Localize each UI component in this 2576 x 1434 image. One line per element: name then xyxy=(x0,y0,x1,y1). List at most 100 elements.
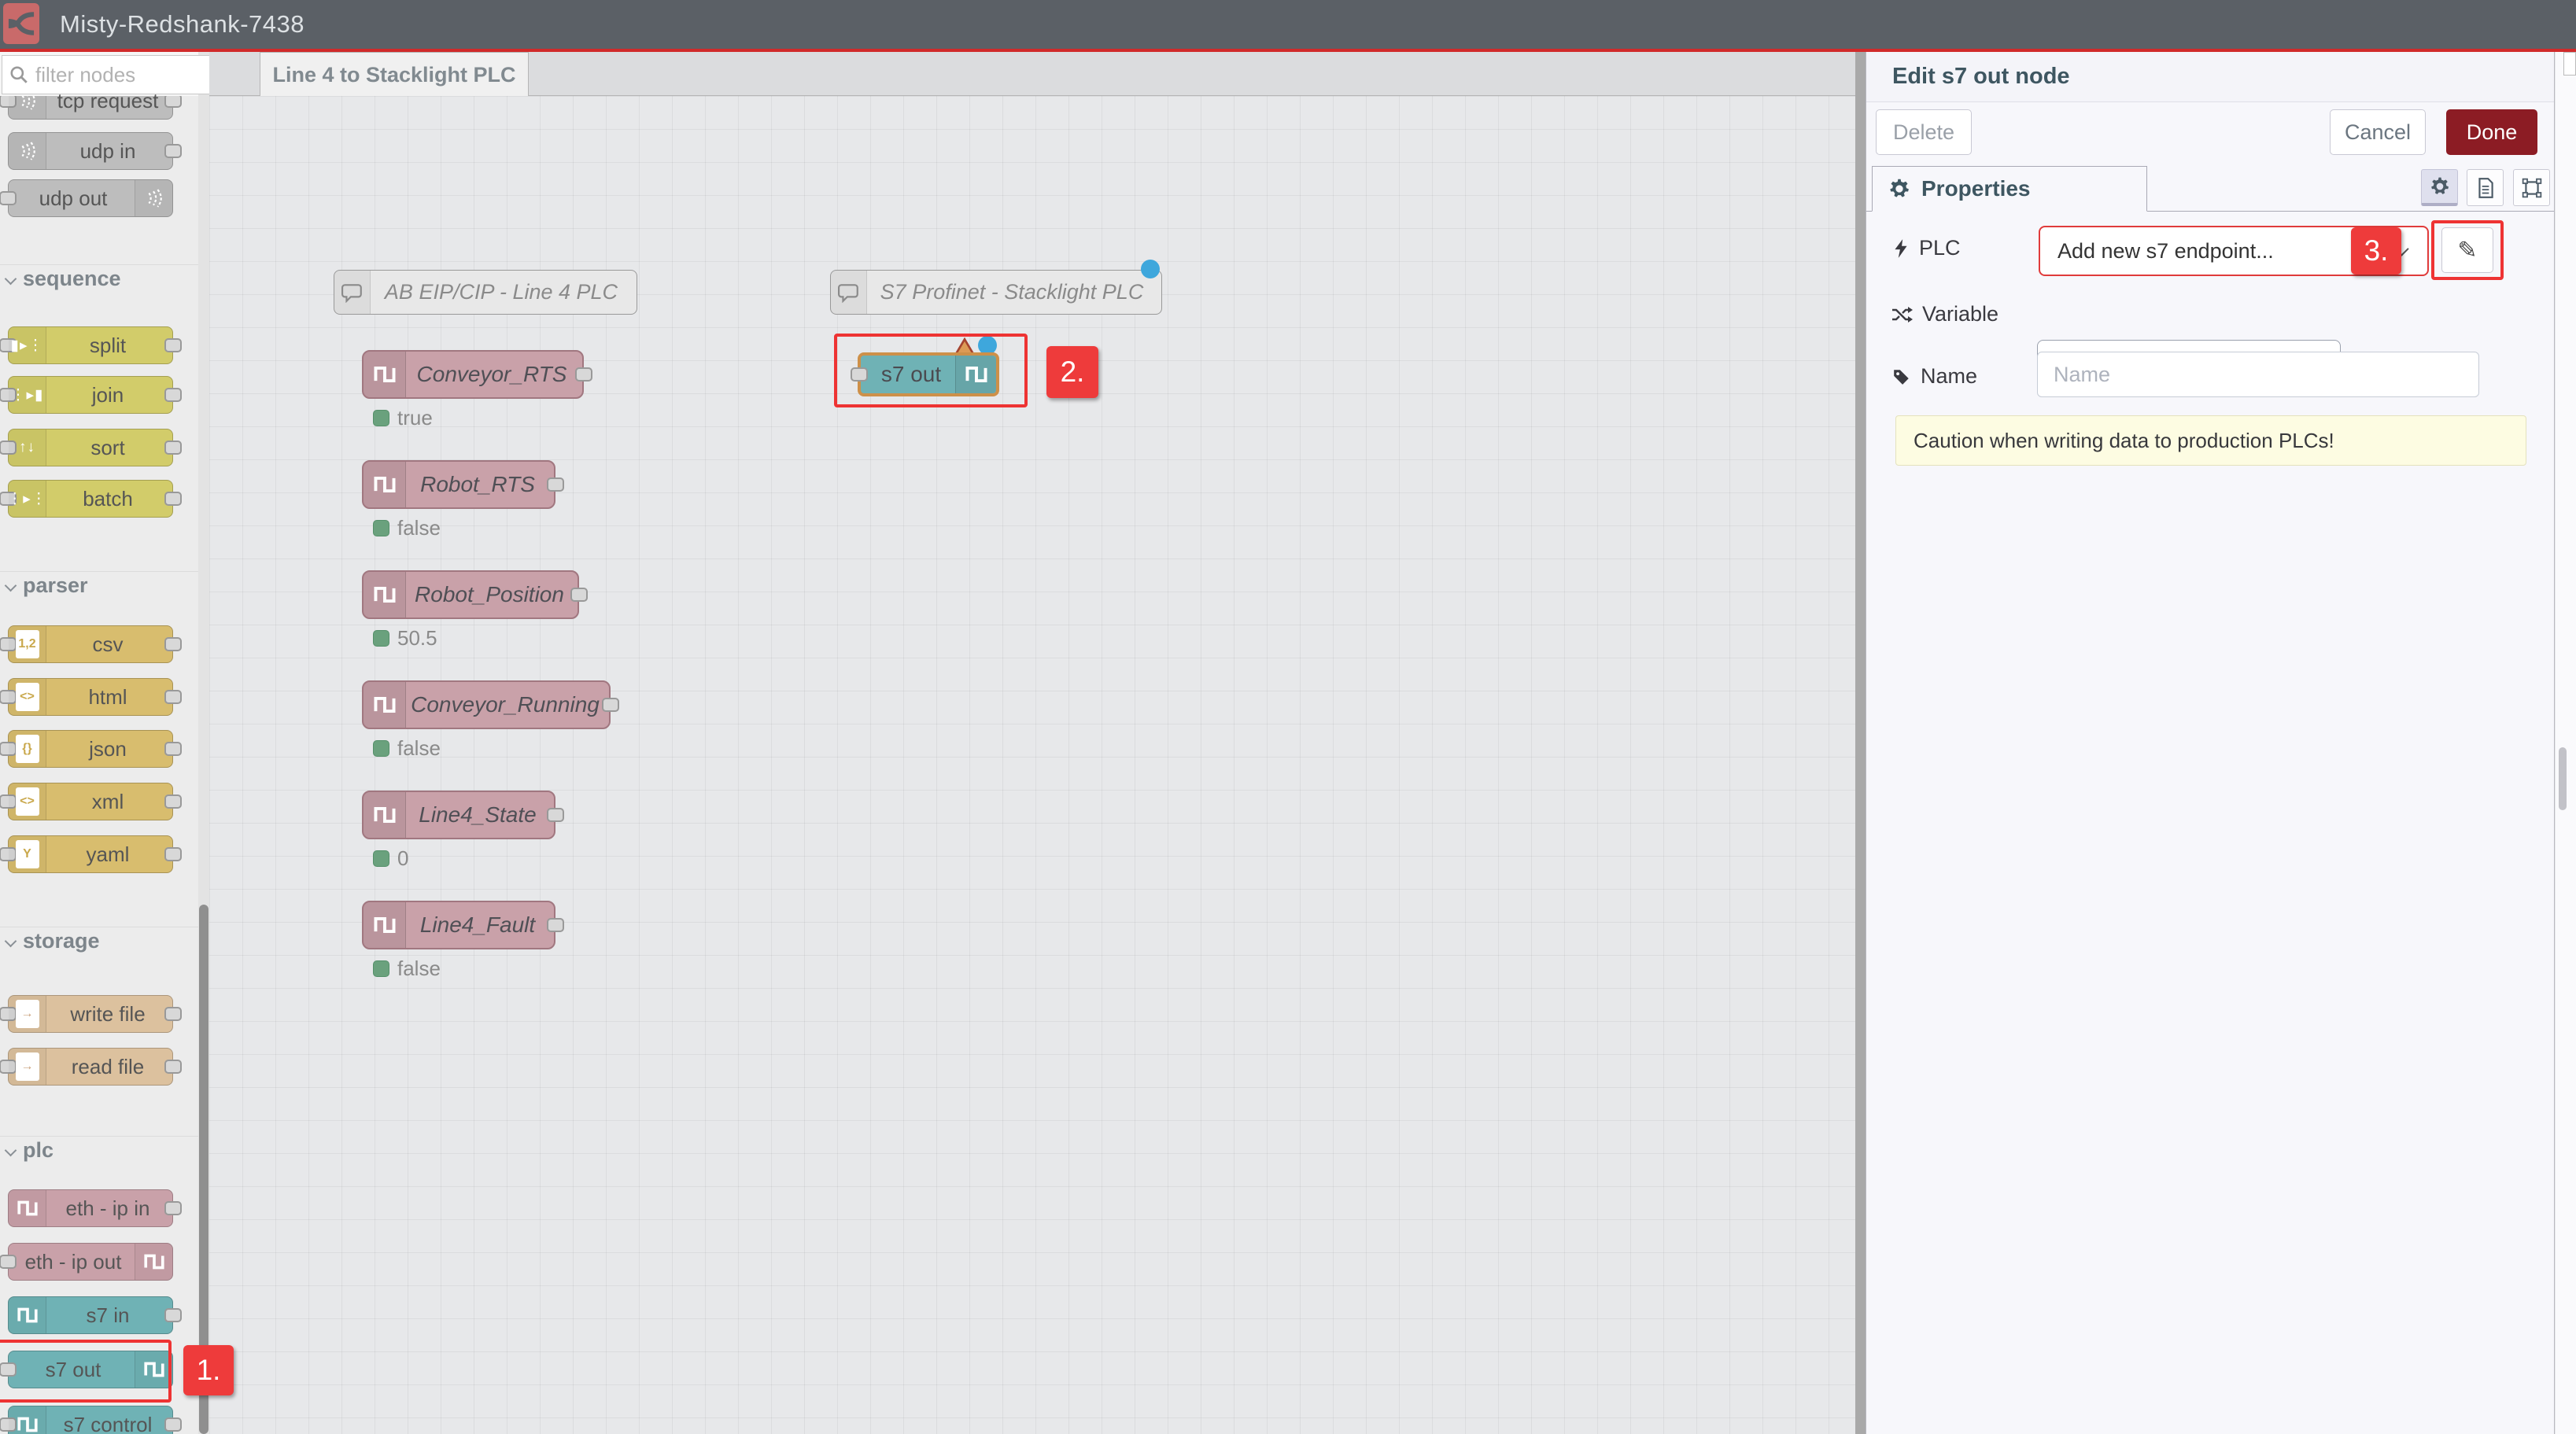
palette-node-s7-control[interactable]: s7 control xyxy=(8,1406,173,1434)
output-port[interactable] xyxy=(164,1007,182,1021)
bolt-icon xyxy=(1892,238,1910,259)
node-red-logo-icon xyxy=(3,3,39,44)
tag-icon xyxy=(1892,367,1911,386)
palette-node-label: yaml xyxy=(87,842,130,867)
palette-node-eth-ip-in[interactable]: eth - ip in xyxy=(8,1189,173,1227)
palette-node-xml[interactable]: <> xml xyxy=(8,783,173,820)
chevron-down-icon xyxy=(5,935,17,948)
page-scrollbar-track[interactable] xyxy=(2556,52,2576,1434)
flow-node-conveyor-rts[interactable]: Conveyor_RTS xyxy=(362,350,584,399)
node-status: 0 xyxy=(373,846,408,871)
flow-node-robot-position[interactable]: Robot_Position xyxy=(362,570,579,619)
read-file-icon: → xyxy=(9,1049,46,1085)
gear-icon xyxy=(2430,176,2450,197)
square-wave-icon xyxy=(364,462,406,507)
palette-node-label: html xyxy=(88,685,127,710)
output-port[interactable] xyxy=(164,690,182,704)
flow-node-conveyor-running[interactable]: Conveyor_Running xyxy=(362,680,611,729)
page-scrollbar-thumb[interactable] xyxy=(2559,747,2567,810)
description-view-button[interactable] xyxy=(2467,169,2504,206)
output-port[interactable] xyxy=(164,144,182,158)
palette-node-udp-out[interactable]: udp out xyxy=(8,179,173,217)
annotation-box-step1 xyxy=(0,1340,172,1403)
palette-section-parser[interactable]: parser xyxy=(0,571,198,599)
output-port[interactable] xyxy=(570,588,588,602)
caution-message: Caution when writing data to production … xyxy=(1895,415,2526,466)
flow-tab-label: Line 4 to Stacklight PLC xyxy=(272,63,515,87)
square-wave-icon xyxy=(9,1297,46,1333)
palette-section-plc[interactable]: plc xyxy=(0,1136,198,1164)
palette-node-label: batch xyxy=(83,487,133,511)
palette-node-write-file[interactable]: → write file xyxy=(8,995,173,1033)
flow-node-label: Robot_RTS xyxy=(420,472,535,497)
output-port[interactable] xyxy=(164,338,182,352)
palette-node-split[interactable]: ▮▸⋮ split xyxy=(8,326,173,364)
palette-node-label: split xyxy=(90,334,126,358)
flow-node-line4-fault[interactable]: Line4_Fault xyxy=(362,901,555,949)
chevron-down-icon xyxy=(5,273,17,286)
palette-node-read-file[interactable]: → read file xyxy=(8,1048,173,1086)
output-port[interactable] xyxy=(164,847,182,861)
output-port[interactable] xyxy=(164,742,182,756)
palette-node-label: eth - ip out xyxy=(25,1250,122,1274)
square-wave-icon xyxy=(364,902,406,948)
palette-node-label: s7 in xyxy=(87,1303,130,1328)
annotation-badge-step1: 1. xyxy=(183,1345,234,1395)
shuffle-icon xyxy=(1891,305,1913,324)
search-input[interactable] xyxy=(35,63,232,87)
palette-node-json[interactable]: {} json xyxy=(8,730,173,768)
output-port[interactable] xyxy=(164,388,182,402)
palette-section-sequence[interactable]: sequence xyxy=(0,264,198,293)
palette-node-sort[interactable]: ↑↓ sort xyxy=(8,429,173,466)
comment-node-s7-profinet[interactable]: S7 Profinet - Stacklight PLC xyxy=(830,270,1162,315)
properties-view-button[interactable] xyxy=(2421,169,2458,206)
output-port[interactable] xyxy=(547,808,564,822)
flow-node-line4-state[interactable]: Line4_State xyxy=(362,791,555,839)
output-port[interactable] xyxy=(164,794,182,809)
palette-node-label: s7 control xyxy=(64,1413,153,1434)
annotation-badge-step3: 3. xyxy=(2351,227,2401,275)
output-port[interactable] xyxy=(602,698,619,712)
done-button[interactable]: Done xyxy=(2446,109,2537,155)
square-wave-icon xyxy=(135,1244,172,1280)
annotation-box-step2 xyxy=(834,334,1028,407)
status-dot-icon xyxy=(373,410,389,426)
palette-node-eth-ip-out[interactable]: eth - ip out xyxy=(8,1243,173,1281)
output-port[interactable] xyxy=(547,477,564,492)
delete-button[interactable]: Delete xyxy=(1876,109,1972,155)
json-file-icon: {} xyxy=(9,731,46,767)
output-port[interactable] xyxy=(164,492,182,506)
status-dot-icon xyxy=(373,850,389,867)
page-scrollbar-top-box[interactable] xyxy=(2563,52,2576,76)
tab-properties[interactable]: Properties xyxy=(1872,166,2147,212)
output-port[interactable] xyxy=(164,637,182,651)
cancel-button[interactable]: Cancel xyxy=(2330,109,2426,155)
output-port[interactable] xyxy=(164,1308,182,1322)
input-port[interactable] xyxy=(0,1255,17,1269)
palette-node-udp-in[interactable]: udp in xyxy=(8,132,173,170)
output-port[interactable] xyxy=(547,918,564,932)
comment-node-ab-eipcip[interactable]: AB EIP/CIP - Line 4 PLC xyxy=(334,270,637,315)
palette-node-batch[interactable]: ⋮▸⋮ batch xyxy=(8,480,173,518)
output-port[interactable] xyxy=(164,1417,182,1432)
node-red-app: Misty-Redshank-7438 tcp request udp in u… xyxy=(0,0,2576,1434)
input-port[interactable] xyxy=(0,191,17,205)
palette-node-yaml[interactable]: Y yaml xyxy=(8,835,173,873)
output-port[interactable] xyxy=(164,1201,182,1215)
appearance-view-button[interactable] xyxy=(2513,169,2550,206)
canvas-scrollbar[interactable] xyxy=(1855,52,1866,1434)
node-status: 50.5 xyxy=(373,626,437,651)
palette-node-join[interactable]: ⋮▸▮ join xyxy=(8,376,173,414)
palette-node-s7-in[interactable]: s7 in xyxy=(8,1296,173,1334)
flow-node-label: Conveyor_RTS xyxy=(417,362,567,387)
output-port[interactable] xyxy=(164,1060,182,1074)
name-input[interactable] xyxy=(2037,352,2479,397)
output-port[interactable] xyxy=(575,367,592,382)
document-icon xyxy=(2476,177,2495,199)
palette-node-csv[interactable]: 1,2 csv xyxy=(8,625,173,663)
palette-section-storage[interactable]: storage xyxy=(0,927,198,955)
flow-node-robot-rts[interactable]: Robot_RTS xyxy=(362,460,555,509)
palette-node-html[interactable]: <> html xyxy=(8,678,173,716)
flow-tab[interactable]: Line 4 to Stacklight PLC xyxy=(260,52,529,97)
output-port[interactable] xyxy=(164,441,182,455)
